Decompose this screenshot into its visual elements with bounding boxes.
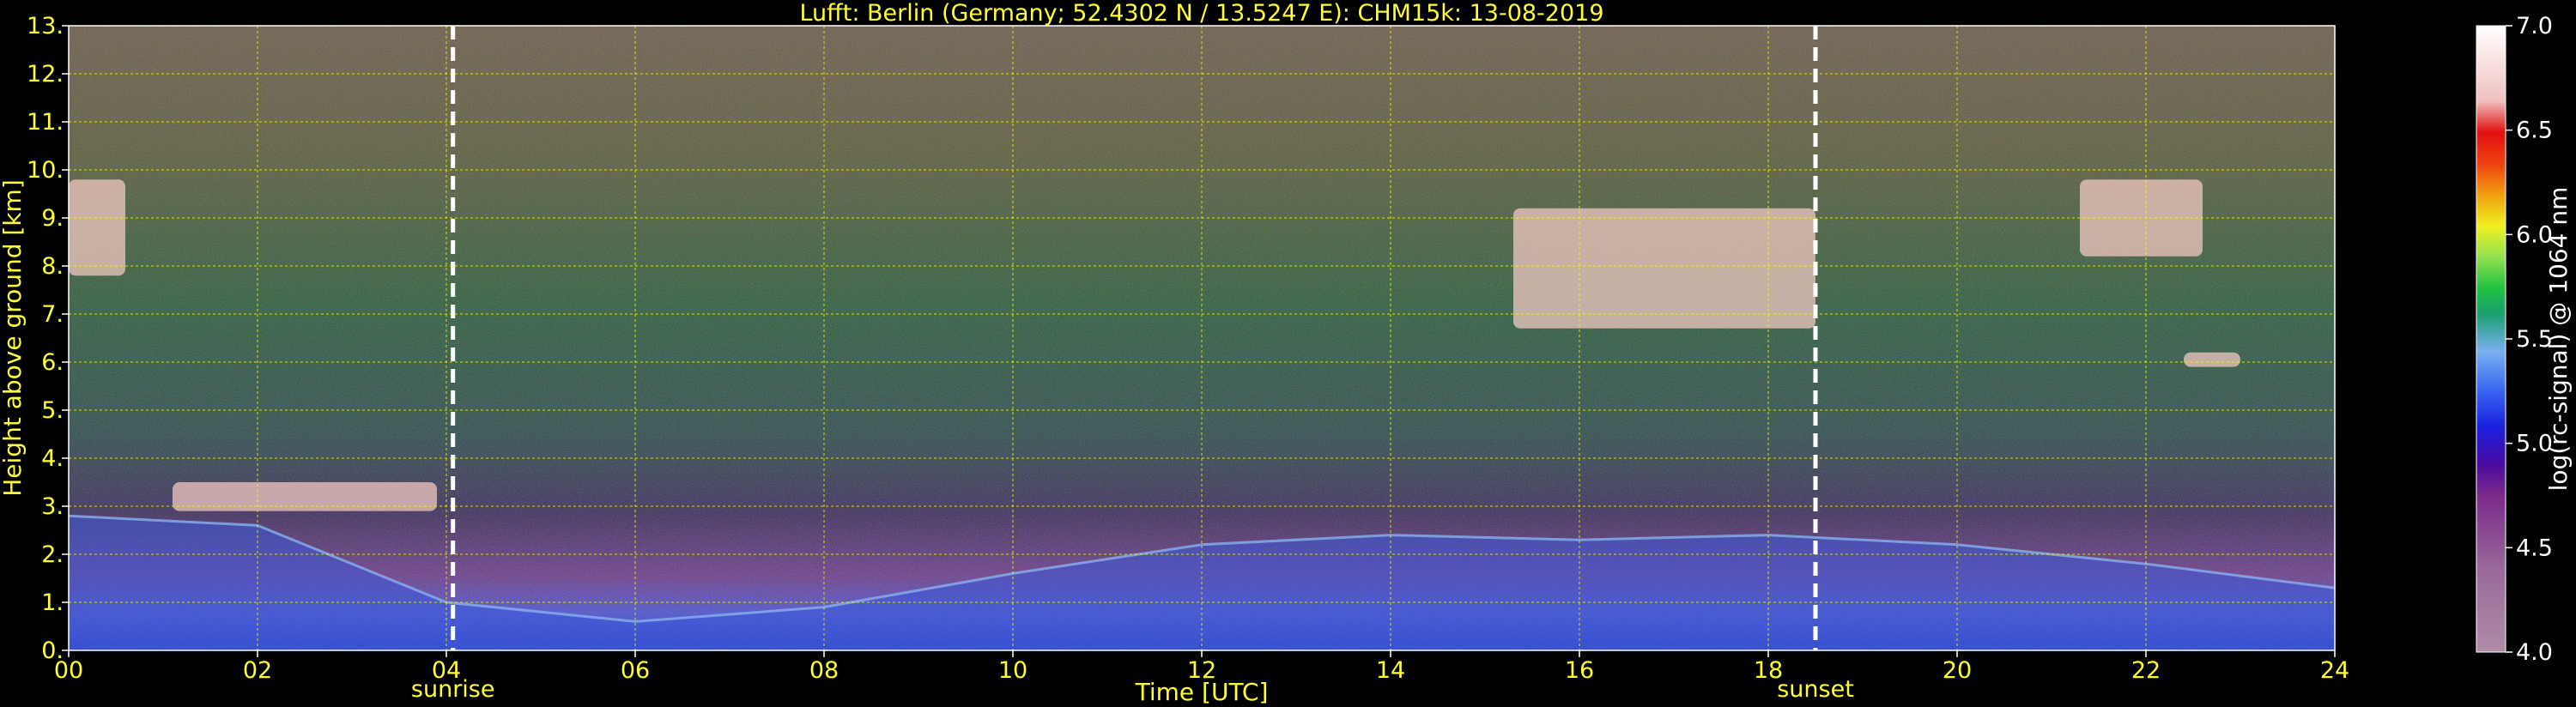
y-tick-label: 13. <box>27 13 64 39</box>
x-tick-label: 22 <box>2131 657 2161 684</box>
x-tick-label: 10 <box>998 657 1027 684</box>
cloud-patch <box>1513 208 1815 329</box>
event-label-sunset: sunset <box>1777 676 1854 703</box>
chart-title: Lufft: Berlin (Germany; 52.4302 N / 13.5… <box>799 0 1603 27</box>
ceilometer-chart: Lufft: Berlin (Germany; 52.4302 N / 13.5… <box>0 0 2573 706</box>
cloud-patch <box>173 482 437 511</box>
colorbar-tick-label: 6.5 <box>2516 118 2553 144</box>
y-axis-label: Height above ground [km] <box>0 179 27 497</box>
y-tick-label: 3. <box>41 493 64 520</box>
x-tick-label: 06 <box>621 657 650 684</box>
x-tick-label: 24 <box>2320 657 2349 684</box>
y-tick-label: 12. <box>27 61 64 88</box>
y-tick-label: 8. <box>41 253 64 280</box>
y-axis-ticks: 0. 1. 2. 3. 4. 5. 6. 7. 8. 9. 10. 11. 12. 13. <box>27 13 69 664</box>
x-tick-label: 02 <box>243 657 272 684</box>
x-axis-label: Time [UTC] <box>1135 678 1269 706</box>
y-tick-label: 6. <box>41 349 64 376</box>
y-tick-label: 2. <box>41 541 64 568</box>
y-tick-label: 7. <box>41 301 64 328</box>
x-tick-label: 14 <box>1376 657 1405 684</box>
y-tick-label: 0. <box>41 638 64 664</box>
colorbar-label: log(rc-signal) @ 1064 nm <box>2544 187 2573 492</box>
colorbar: 4.04.55.05.56.06.57.0 log(rc-signal) @ 1… <box>2476 13 2573 666</box>
y-tick-label: 1. <box>41 589 64 616</box>
colorbar-tick-label: 4.0 <box>2516 639 2553 666</box>
cloud-patch <box>2184 352 2240 367</box>
plot-area <box>69 26 2335 650</box>
x-tick-label: 20 <box>1943 657 1972 684</box>
x-tick-label: 08 <box>809 657 839 684</box>
colorbar-tick-label: 7.0 <box>2516 13 2553 39</box>
y-tick-label: 5. <box>41 397 64 424</box>
x-tick-label: 16 <box>1565 657 1594 684</box>
cloud-patch <box>69 179 125 276</box>
y-tick-label: 4. <box>41 445 64 472</box>
colorbar-gradient <box>2476 25 2506 653</box>
colorbar-tick-label: 4.5 <box>2516 535 2553 561</box>
y-tick-label: 10. <box>27 157 64 184</box>
y-tick-label: 9. <box>41 205 64 232</box>
y-tick-label: 11. <box>27 109 64 136</box>
event-label-sunrise: sunrise <box>411 676 495 703</box>
